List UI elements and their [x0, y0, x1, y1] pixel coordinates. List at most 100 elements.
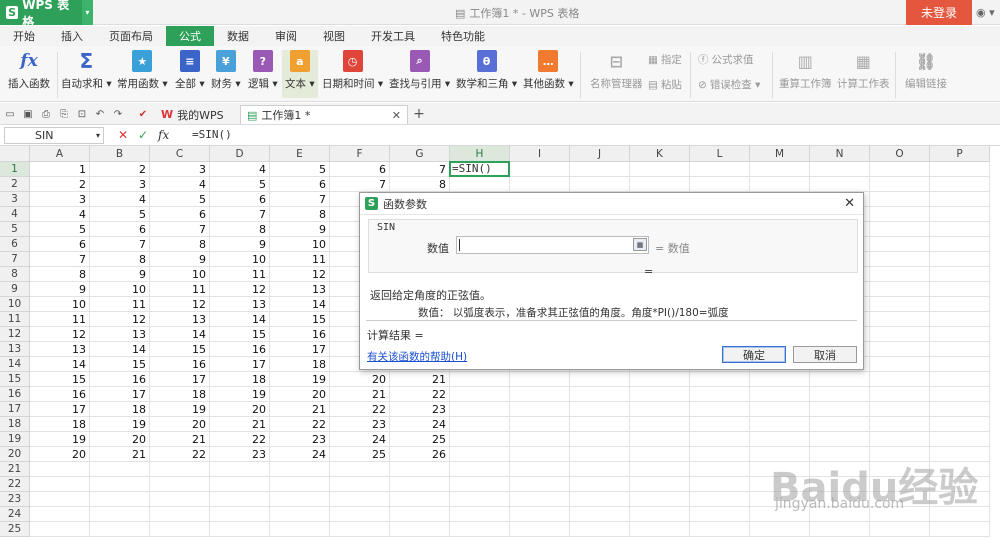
- cell[interactable]: 24: [390, 417, 450, 432]
- cell[interactable]: 17: [150, 372, 210, 387]
- active-cell[interactable]: =SIN(): [449, 161, 510, 177]
- text-functions-button[interactable]: a 文本 ▾: [282, 50, 318, 98]
- autosum-button[interactable]: Σ 自动求和 ▾: [61, 49, 112, 91]
- cell[interactable]: [330, 492, 390, 507]
- cell[interactable]: [690, 417, 750, 432]
- cell[interactable]: 7: [30, 252, 90, 267]
- cell[interactable]: [30, 507, 90, 522]
- cell[interactable]: [870, 327, 930, 342]
- tab-page-layout[interactable]: 页面布局: [96, 26, 166, 46]
- row-header[interactable]: 5: [0, 222, 30, 237]
- cell[interactable]: [210, 462, 270, 477]
- cell[interactable]: [330, 522, 390, 537]
- cell[interactable]: 3: [150, 162, 210, 177]
- cell[interactable]: 13: [210, 297, 270, 312]
- cell[interactable]: [570, 177, 630, 192]
- other-functions-button[interactable]: … 其他函数 ▾: [523, 50, 574, 91]
- row-header[interactable]: 9: [0, 282, 30, 297]
- cell[interactable]: 7: [270, 192, 330, 207]
- cell[interactable]: 23: [390, 402, 450, 417]
- open-icon[interactable]: ▭: [4, 108, 16, 120]
- cell[interactable]: 19: [90, 417, 150, 432]
- cell[interactable]: [450, 462, 510, 477]
- cell[interactable]: [510, 372, 570, 387]
- cell[interactable]: [930, 522, 990, 537]
- tab-data[interactable]: 数据: [214, 26, 262, 46]
- name-box-dropdown-icon[interactable]: ▾: [96, 131, 100, 140]
- preview-icon[interactable]: ⊡: [76, 108, 88, 120]
- cell[interactable]: [630, 447, 690, 462]
- cell[interactable]: 7: [330, 177, 390, 192]
- cell[interactable]: 1: [30, 162, 90, 177]
- cell[interactable]: [450, 522, 510, 537]
- cell[interactable]: [930, 192, 990, 207]
- cell[interactable]: 20: [90, 432, 150, 447]
- cell[interactable]: [570, 372, 630, 387]
- save-icon[interactable]: ▣: [22, 108, 34, 120]
- cell[interactable]: 5: [150, 192, 210, 207]
- cell[interactable]: [750, 372, 810, 387]
- cell[interactable]: [870, 222, 930, 237]
- cell[interactable]: 16: [90, 372, 150, 387]
- cell[interactable]: [930, 312, 990, 327]
- tab-formulas[interactable]: 公式: [166, 26, 214, 46]
- cell[interactable]: 16: [270, 327, 330, 342]
- cell[interactable]: [90, 522, 150, 537]
- cell[interactable]: 14: [90, 342, 150, 357]
- cell[interactable]: 12: [150, 297, 210, 312]
- cell[interactable]: 11: [210, 267, 270, 282]
- cell[interactable]: 15: [210, 327, 270, 342]
- cell[interactable]: [390, 462, 450, 477]
- cell[interactable]: 8: [150, 237, 210, 252]
- cell[interactable]: [270, 507, 330, 522]
- cell[interactable]: [810, 387, 870, 402]
- cell[interactable]: [870, 372, 930, 387]
- cell[interactable]: [930, 282, 990, 297]
- cell[interactable]: [690, 177, 750, 192]
- cell[interactable]: [330, 462, 390, 477]
- cell[interactable]: [570, 162, 630, 177]
- cell[interactable]: [510, 522, 570, 537]
- cell[interactable]: [870, 342, 930, 357]
- row-header[interactable]: 7: [0, 252, 30, 267]
- tab-review[interactable]: 审阅: [262, 26, 310, 46]
- number-input[interactable]: [456, 236, 649, 254]
- cell[interactable]: 25: [330, 447, 390, 462]
- cancel-button[interactable]: 取消: [793, 346, 857, 363]
- cell[interactable]: [510, 447, 570, 462]
- redo-icon[interactable]: ↷: [112, 108, 124, 120]
- cell[interactable]: [930, 237, 990, 252]
- cell[interactable]: 8: [390, 177, 450, 192]
- cell[interactable]: 12: [210, 282, 270, 297]
- cell[interactable]: [510, 417, 570, 432]
- cell[interactable]: 21: [210, 417, 270, 432]
- cell[interactable]: [930, 402, 990, 417]
- skin-icon[interactable]: ◉ ▾: [976, 6, 995, 19]
- cell[interactable]: 10: [150, 267, 210, 282]
- cell[interactable]: [930, 207, 990, 222]
- row-header[interactable]: 17: [0, 402, 30, 417]
- row-header[interactable]: 6: [0, 237, 30, 252]
- column-header[interactable]: O: [870, 146, 930, 162]
- column-header[interactable]: B: [90, 146, 150, 162]
- cell[interactable]: [450, 402, 510, 417]
- cell[interactable]: [930, 342, 990, 357]
- cell[interactable]: [570, 522, 630, 537]
- cell[interactable]: 20: [150, 417, 210, 432]
- cell[interactable]: [630, 432, 690, 447]
- cell[interactable]: [510, 387, 570, 402]
- formula-input[interactable]: =SIN(): [192, 128, 232, 141]
- cell[interactable]: [270, 522, 330, 537]
- formula-evaluate-button[interactable]: ⓕ 公式求值: [698, 52, 754, 67]
- cell[interactable]: [30, 462, 90, 477]
- cell[interactable]: 18: [270, 357, 330, 372]
- cell[interactable]: [690, 387, 750, 402]
- cell[interactable]: [690, 462, 750, 477]
- help-link[interactable]: 有关该函数的帮助(H): [367, 349, 467, 364]
- cell[interactable]: [870, 402, 930, 417]
- cell[interactable]: [570, 477, 630, 492]
- cell[interactable]: [30, 522, 90, 537]
- cell[interactable]: [510, 432, 570, 447]
- column-header[interactable]: H: [450, 146, 510, 162]
- cell[interactable]: 7: [390, 162, 450, 177]
